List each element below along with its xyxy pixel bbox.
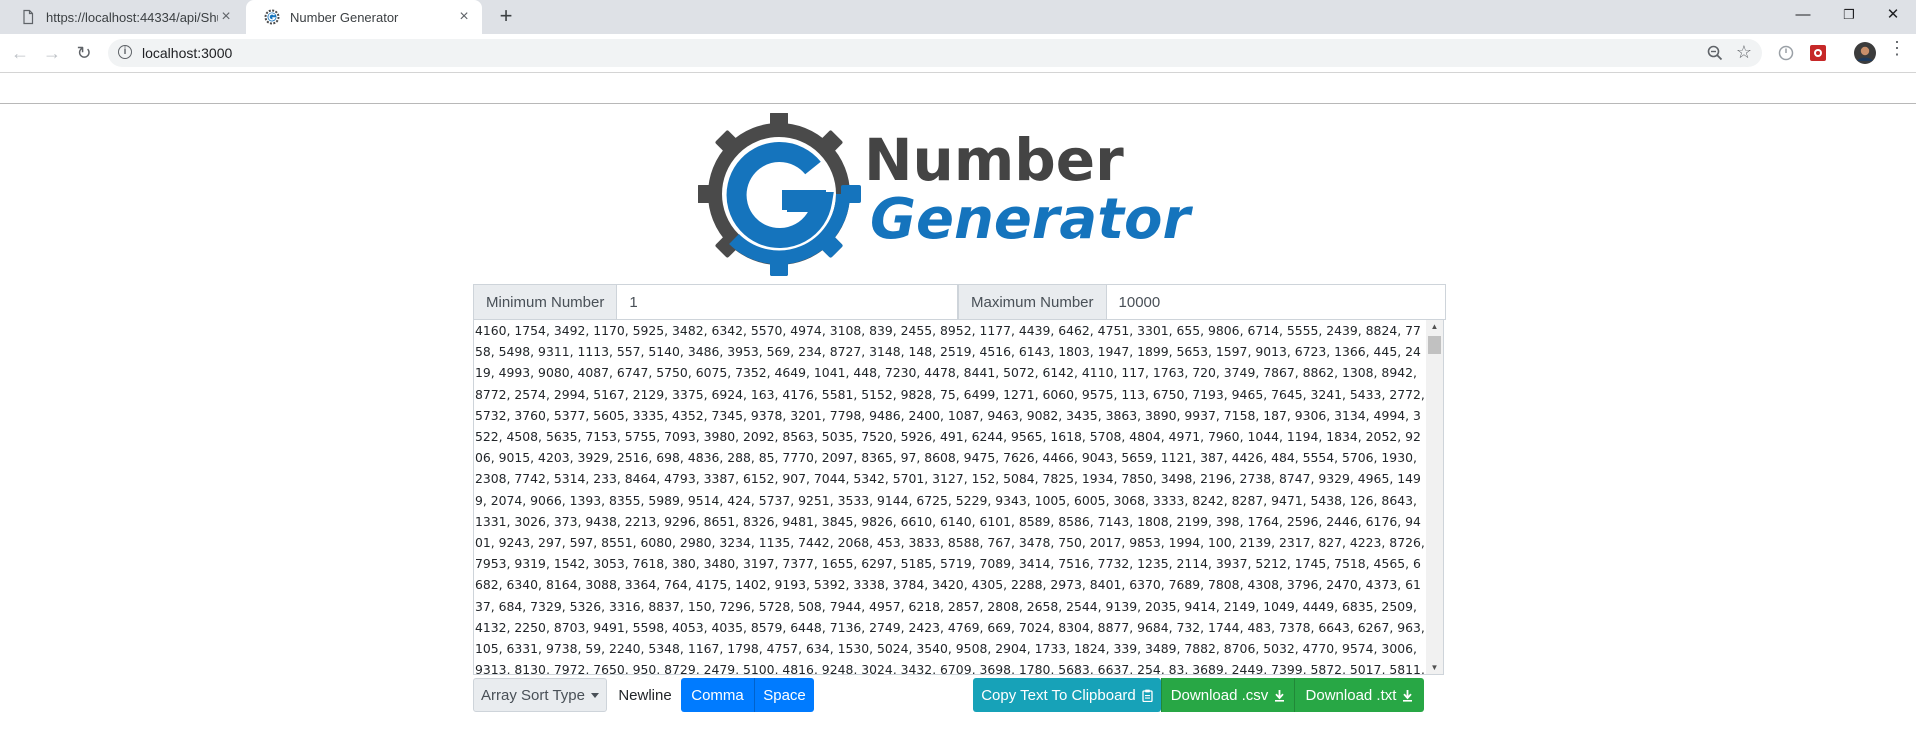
browser-toolbar: ← → ↻ i localhost:3000 ☆ ⋮ (0, 34, 1916, 73)
avatar[interactable] (1854, 42, 1876, 64)
tab-api-shuffle[interactable]: https://localhost:44334/api/Shuffle × (2, 0, 244, 34)
extension-red-icon[interactable] (1809, 44, 1827, 62)
maximum-number-label: Maximum Number (958, 284, 1107, 320)
close-tab-icon[interactable]: × (218, 9, 234, 25)
scrollbar-thumb[interactable] (1428, 336, 1441, 354)
number-generator-logo: Number Generator (698, 113, 1204, 276)
extension-timer-icon[interactable] (1777, 44, 1795, 62)
maximum-number-input[interactable] (1106, 284, 1446, 320)
comma-button[interactable]: Comma (681, 678, 754, 712)
close-window-button[interactable]: ✕ (1870, 0, 1916, 30)
generated-numbers-textarea[interactable]: 4160, 1754, 3492, 1170, 5925, 3482, 6342… (473, 320, 1444, 675)
download-txt-label: Download .txt (1305, 686, 1397, 704)
generated-numbers-text: 4160, 1754, 3492, 1170, 5925, 3482, 6342… (475, 323, 1425, 675)
download-csv-label: Download .csv (1170, 686, 1269, 704)
newline-button[interactable]: Newline (609, 678, 681, 712)
restore-button[interactable]: ❐ (1826, 0, 1872, 30)
gear-g-favicon-icon (264, 9, 280, 25)
tab-title: Number Generator (290, 9, 399, 25)
address-bar[interactable]: i localhost:3000 ☆ (108, 39, 1762, 67)
minimum-number-group: Minimum Number (473, 284, 958, 320)
caret-down-icon (590, 692, 599, 698)
minimum-number-input[interactable] (617, 284, 958, 320)
copy-to-clipboard-label: Copy Text To Clipboard (981, 686, 1136, 704)
document-icon (23, 9, 34, 25)
logo-word-number: Number (864, 126, 1124, 194)
scroll-up-arrow-icon[interactable]: ▲ (1426, 320, 1443, 334)
new-tab-button[interactable]: + (494, 5, 518, 29)
download-txt-button[interactable]: Download .txt (1294, 678, 1424, 712)
array-sort-type-label: Array Sort Type (481, 686, 585, 704)
info-icon[interactable]: i (118, 45, 132, 59)
url-text[interactable]: localhost:3000 (142, 45, 232, 61)
more-menu-icon[interactable]: ⋮ (1888, 38, 1906, 60)
download-icon (1275, 689, 1285, 702)
download-csv-button[interactable]: Download .csv (1161, 678, 1294, 712)
minimum-number-label: Minimum Number (473, 284, 618, 320)
space-button[interactable]: Space (754, 678, 814, 712)
bookmark-star-icon[interactable]: ☆ (1736, 42, 1752, 62)
array-sort-type-dropdown[interactable]: Array Sort Type (473, 678, 607, 712)
minimize-button[interactable]: — (1780, 0, 1826, 30)
clipboard-icon (1142, 689, 1153, 702)
tab-title: https://localhost:44334/api/Shuffle (46, 9, 218, 25)
scrollbar[interactable]: ▲ ▼ (1426, 320, 1443, 674)
tab-strip: https://localhost:44334/api/Shuffle × Nu… (0, 0, 1916, 34)
scroll-down-arrow-icon[interactable]: ▼ (1426, 661, 1443, 674)
back-arrow-icon[interactable]: ← (8, 41, 32, 65)
close-tab-icon[interactable]: × (456, 9, 472, 25)
copy-to-clipboard-button[interactable]: Copy Text To Clipboard (973, 678, 1161, 712)
tab-number-generator[interactable]: Number Generator × (246, 0, 482, 34)
zoom-out-icon[interactable] (1706, 44, 1724, 62)
logo-graphic: Number Generator (698, 113, 1193, 276)
download-icon (1403, 689, 1413, 702)
reload-icon[interactable]: ↻ (72, 41, 96, 65)
maximum-number-group: Maximum Number (958, 284, 1446, 320)
forward-arrow-icon[interactable]: → (40, 41, 64, 65)
page-divider (0, 103, 1916, 104)
logo-word-generator: Generator (870, 187, 1193, 252)
